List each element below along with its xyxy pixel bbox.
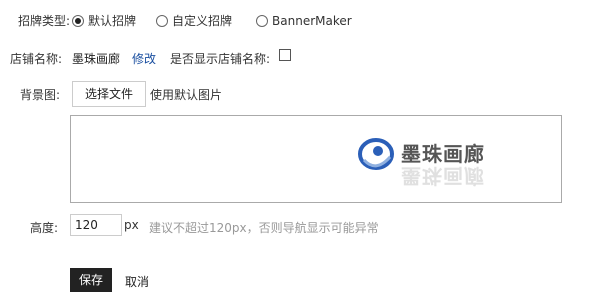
shop-name-label: 店铺名称: xyxy=(10,52,63,66)
radio-unchecked-icon[interactable] xyxy=(256,14,269,27)
radio-default-banner-label: 默认招牌 xyxy=(88,14,137,28)
radio-unchecked-icon[interactable] xyxy=(156,14,169,27)
save-button[interactable]: 保存 xyxy=(70,268,113,292)
background-preview: 墨珠画廊 墨珠画廊 xyxy=(70,115,562,203)
show-shop-name-checkbox[interactable] xyxy=(279,49,291,61)
cancel-button[interactable]: 取消 xyxy=(125,273,149,290)
banner-type-options: 默认招牌 自定义招牌 BannerMaker xyxy=(72,12,352,29)
radio-custom-banner-label: 自定义招牌 xyxy=(172,14,233,28)
height-unit: px xyxy=(124,218,139,232)
background-label: 背景图: xyxy=(20,88,61,102)
show-shop-name-label: 是否显示店铺名称: xyxy=(170,52,271,66)
radio-checked-icon[interactable] xyxy=(72,14,84,27)
edit-shop-name-link[interactable]: 修改 xyxy=(132,50,156,67)
shop-name-value: 墨珠画廊 xyxy=(72,52,121,66)
logo-reflection: 墨珠画廊 xyxy=(401,164,485,188)
banner-type-label: 招牌类型: xyxy=(18,14,71,28)
radio-bannermaker-label: BannerMaker xyxy=(272,13,352,28)
background-status: 使用默认图片 xyxy=(150,88,223,102)
choose-file-button[interactable]: 选择文件 xyxy=(72,81,147,107)
height-input[interactable] xyxy=(70,214,122,236)
logo-icon xyxy=(356,135,396,180)
radio-default-banner[interactable]: 默认招牌 xyxy=(72,12,136,29)
radio-bannermaker[interactable]: BannerMaker xyxy=(256,12,352,29)
height-hint: 建议不超过120px，否则导航显示可能异常 xyxy=(149,221,379,235)
height-label: 高度: xyxy=(30,221,59,235)
radio-custom-banner[interactable]: 自定义招牌 xyxy=(156,12,232,29)
